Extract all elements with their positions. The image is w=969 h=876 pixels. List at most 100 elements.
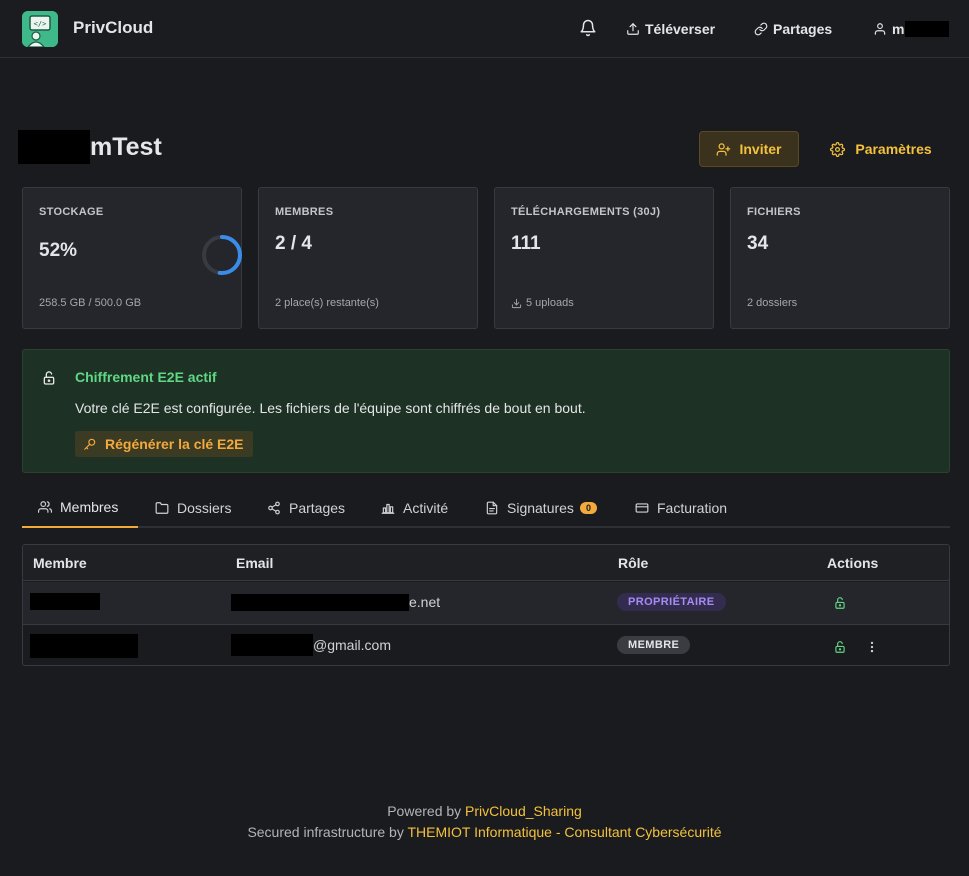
files-sub: 2 dossiers (747, 297, 798, 309)
credit-card-icon (635, 503, 649, 513)
footer-secured-line: Secured infrastructure by THEMIOT Inform… (0, 822, 969, 843)
member-email-cell: e.net (231, 593, 440, 611)
column-header-role: Rôle (618, 555, 649, 571)
downloads-sub-row: 5 uploads (511, 297, 574, 309)
redacted-email-part (231, 634, 313, 656)
folder-icon (155, 502, 169, 514)
settings-button[interactable]: Paramètres (818, 131, 944, 167)
download-icon (511, 298, 522, 308)
members-value: 2 / 4 (275, 233, 312, 254)
upload-icon (627, 23, 639, 35)
user-plus-icon (717, 142, 731, 156)
tab-shares[interactable]: Partages (267, 488, 345, 528)
redacted-member-name (30, 593, 100, 610)
tab-signatures-label: Signatures (507, 500, 574, 516)
e2e-title: Chiffrement E2E actif (75, 369, 217, 385)
footer-powered-link[interactable]: PrivCloud_Sharing (465, 803, 582, 819)
share-icon (268, 501, 280, 515)
document-icon (486, 501, 498, 515)
settings-label: Paramètres (855, 141, 932, 157)
user-name-visible: m (892, 21, 905, 37)
members-card: MEMBRES 2 / 4 2 place(s) restante(s) (258, 187, 478, 329)
nav-shares-link[interactable]: Partages (754, 19, 832, 39)
footer-powered-line: Powered by PrivCloud_Sharing (0, 801, 969, 822)
redacted-email-part (231, 593, 409, 611)
chart-icon (381, 503, 395, 514)
users-icon (38, 501, 52, 513)
regenerate-key-button[interactable]: Régénérer la clé E2E (75, 431, 253, 457)
tab-billing-label: Facturation (657, 500, 728, 516)
key-icon (84, 438, 96, 450)
tab-folders-label: Dossiers (177, 500, 232, 516)
e2e-unlock-icon[interactable] (833, 596, 847, 610)
notifications-bell-icon[interactable] (579, 19, 597, 37)
member-email-cell: @gmail.com (231, 634, 391, 656)
invite-button[interactable]: Inviter (699, 131, 799, 167)
downloads-label: TÉLÉCHARGEMENTS (30J) (511, 206, 661, 218)
downloads-sub: 5 uploads (526, 297, 574, 309)
tab-members-label: Membres (60, 499, 119, 515)
nav-upload-link[interactable]: Téléverser (626, 19, 715, 39)
brand-name[interactable]: PrivCloud (73, 18, 153, 38)
member-email-visible: @gmail.com (313, 637, 392, 653)
role-badge-member: MEMBRE (617, 636, 691, 654)
storage-card: STOCKAGE 52% 258.5 GB / 500.0 GB (22, 187, 242, 329)
e2e-unlock-icon[interactable] (833, 640, 847, 654)
tab-folders[interactable]: Dossiers (155, 488, 231, 528)
files-value: 34 (747, 233, 769, 254)
user-icon (874, 23, 886, 35)
tab-activity-label: Activité (403, 500, 449, 516)
signatures-count-badge: 0 (579, 502, 597, 514)
tab-members[interactable]: Membres (22, 488, 138, 528)
storage-label: STOCKAGE (39, 206, 104, 218)
downloads-card: TÉLÉCHARGEMENTS (30J) 111 5 uploads (494, 187, 714, 329)
e2e-description: Votre clé E2E est configurée. Les fichie… (75, 400, 586, 416)
top-navbar: </> PrivCloud Téléverser Partages m (0, 0, 969, 58)
redacted-username (905, 21, 950, 37)
regenerate-key-label: Régénérer la clé E2E (105, 436, 244, 452)
members-sub: 2 place(s) restante(s) (275, 297, 379, 309)
storage-value: 52% (39, 240, 78, 261)
column-header-email: Email (236, 555, 274, 571)
team-tabs: Membres Dossiers Partages Activité Signa… (22, 488, 950, 528)
files-label: FICHIERS (747, 206, 801, 218)
storage-progress-ring (202, 235, 242, 275)
member-email-visible: e.net (409, 594, 441, 610)
role-badge-owner: PROPRIÉTAIRE (617, 593, 726, 611)
team-title: mTest (90, 132, 162, 161)
tab-activity[interactable]: Activité (381, 488, 448, 528)
redacted-team-prefix (18, 130, 90, 164)
table-row[interactable]: @gmail.com MEMBRE (23, 625, 949, 665)
footer: Powered by PrivCloud_Sharing Secured inf… (0, 801, 969, 843)
gear-icon (830, 141, 846, 157)
invite-label: Inviter (739, 141, 782, 157)
column-header-member: Membre (33, 555, 87, 571)
privcloud-logo[interactable]: </> (22, 11, 58, 47)
footer-secured-prefix: Secured infrastructure by (247, 824, 408, 840)
footer-secured-link[interactable]: THEMIOT Informatique - Consultant Cybers… (407, 824, 721, 840)
role-cell: PROPRIÉTAIRE (617, 593, 726, 611)
link-icon (754, 22, 768, 36)
more-vertical-icon[interactable] (865, 640, 879, 654)
table-header: Membre Email Rôle Actions (23, 545, 949, 581)
nav-upload-label: Téléverser (645, 21, 716, 37)
team-header: mTest (18, 128, 162, 166)
redacted-member-name (30, 634, 138, 658)
user-menu[interactable]: m (873, 19, 950, 39)
svg-text:</>: </> (34, 20, 47, 28)
table-row[interactable]: e.net PROPRIÉTAIRE (23, 582, 949, 625)
tab-shares-label: Partages (289, 500, 346, 516)
footer-powered-prefix: Powered by (387, 803, 466, 819)
role-cell: MEMBRE (617, 636, 691, 654)
members-table: Membre Email Rôle Actions e.net PROPRIÉT… (22, 544, 950, 666)
downloads-value: 111 (511, 233, 541, 254)
tab-billing[interactable]: Facturation (635, 488, 727, 528)
column-header-actions: Actions (827, 555, 879, 571)
e2e-status-banner: Chiffrement E2E actif Votre clé E2E est … (22, 349, 950, 473)
storage-sub: 258.5 GB / 500.0 GB (39, 297, 142, 309)
tab-signatures[interactable]: Signatures 0 (485, 488, 597, 528)
unlock-icon (43, 371, 55, 385)
nav-shares-label: Partages (773, 21, 833, 37)
members-label: MEMBRES (275, 206, 334, 218)
files-card: FICHIERS 34 2 dossiers (730, 187, 950, 329)
